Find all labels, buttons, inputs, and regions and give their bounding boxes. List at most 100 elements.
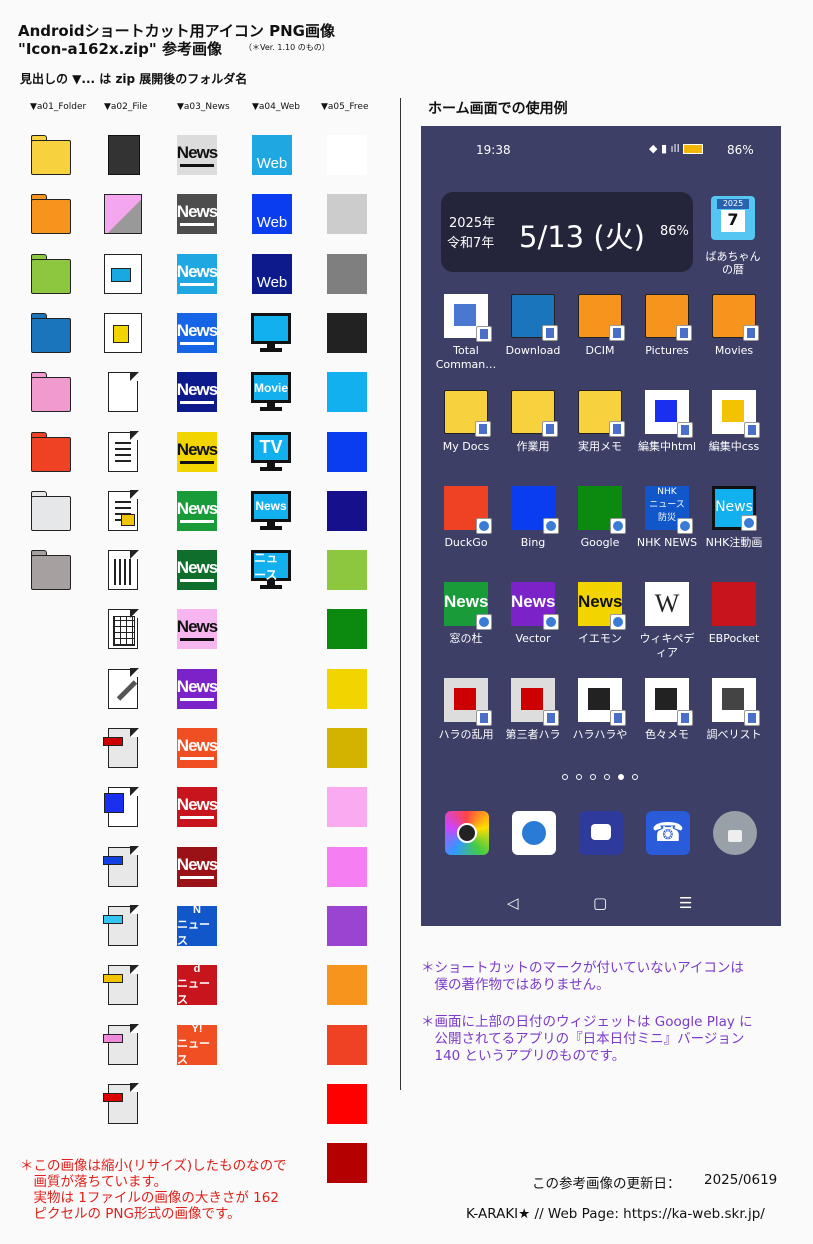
status-time: 19:38 — [476, 143, 511, 157]
app-icon[interactable] — [511, 678, 559, 726]
home-app[interactable]: News イエモン — [566, 582, 634, 646]
shortcut-badge-icon — [610, 710, 626, 726]
folder-icon — [31, 550, 71, 591]
home-app[interactable]: My Docs — [432, 390, 500, 454]
news-icon: News — [177, 194, 218, 235]
note-resized-image: ＊この画像は縮小(リサイズ)したものなので 画質が落ちています。 実物は 1ファ… — [20, 1158, 287, 1222]
shortcut-badge-icon — [476, 614, 492, 630]
file-columns-icon — [108, 549, 139, 591]
dock-lock-icon[interactable] — [713, 811, 757, 855]
app-icon[interactable] — [511, 294, 558, 341]
app-label: Bing — [520, 536, 546, 549]
dock-browser-app-icon[interactable] — [512, 811, 556, 855]
home-app[interactable]: 実用メモ — [566, 390, 634, 454]
home-app[interactable]: Google — [566, 486, 634, 550]
app-icon[interactable] — [511, 390, 558, 437]
app-label: 色々メモ — [645, 728, 689, 741]
folder-icon — [31, 253, 71, 294]
home-example-title: ホーム画面での使用例 — [428, 101, 568, 117]
app-icon[interactable] — [712, 582, 756, 626]
home-app[interactable]: Download — [499, 294, 567, 358]
home-app[interactable]: Bing — [499, 486, 567, 550]
home-app[interactable]: ハラの乱用 — [432, 678, 500, 742]
file-blue-square-icon — [104, 786, 139, 828]
home-app[interactable]: ハラハラや — [566, 678, 634, 742]
home-app[interactable]: Total Comman… — [432, 294, 500, 372]
app-label: Pictures — [645, 344, 689, 357]
color-swatch — [327, 728, 367, 768]
color-swatch — [327, 965, 367, 1006]
nav-menu-button[interactable]: ☰ — [679, 894, 692, 912]
app-icon[interactable] — [578, 678, 626, 726]
app-icon[interactable] — [578, 294, 625, 341]
dock-brightness-app-icon[interactable] — [445, 811, 489, 855]
app-icon[interactable] — [444, 486, 492, 534]
monitor-icon — [251, 312, 291, 353]
dock-phone-app-icon[interactable]: ☎ — [646, 811, 690, 855]
color-swatch — [327, 1083, 367, 1124]
home-app[interactable]: 調べリスト — [700, 678, 768, 742]
home-app[interactable]: Movies — [700, 294, 768, 358]
app-icon[interactable]: News — [712, 486, 757, 531]
monitor-icon: News — [251, 490, 291, 531]
home-app[interactable]: 作業用 — [499, 390, 567, 454]
app-icon[interactable]: News — [578, 582, 626, 630]
dock-messages-app-icon[interactable] — [579, 811, 623, 855]
nav-back-button[interactable]: ◁ — [507, 894, 519, 912]
home-app[interactable]: NHK ニュース 防災 NHK NEWS — [633, 486, 701, 550]
app-icon[interactable]: NHK ニュース 防災 — [645, 486, 693, 534]
home-app[interactable]: 編集中html — [633, 390, 701, 454]
app-icon[interactable] — [712, 294, 759, 341]
home-app[interactable]: 色々メモ — [633, 678, 701, 742]
app-icon[interactable]: W — [645, 582, 689, 626]
app-icon[interactable]: News — [444, 582, 492, 630]
phone-home-screen: 19:38 ◆ ▮ ıll 86% 2025年 令和7年 5/13 (火) 86… — [421, 126, 781, 926]
home-app[interactable]: EBPocket — [700, 582, 768, 646]
shortcut-badge-icon — [609, 421, 625, 437]
color-swatch — [327, 787, 367, 828]
home-app[interactable]: 編集中css — [700, 390, 768, 454]
folder-icon — [31, 431, 71, 472]
nav-home-button[interactable]: ▢ — [593, 894, 607, 912]
app-label: NHK注動画 — [705, 536, 763, 549]
calendar-app-icon[interactable]: 2025 7 — [711, 196, 755, 240]
shortcut-badge-icon — [475, 421, 491, 437]
app-icon[interactable] — [712, 390, 760, 438]
home-app[interactable]: News NHK注動画 — [700, 486, 768, 550]
home-app[interactable]: News Vector — [499, 582, 567, 646]
app-icon[interactable] — [578, 390, 625, 437]
app-icon[interactable] — [712, 678, 760, 726]
app-label: 第三者ハラ — [505, 728, 561, 741]
app-icon[interactable] — [578, 486, 626, 534]
widget-era: 令和7年 — [447, 236, 495, 251]
shortcut-badge-icon — [476, 710, 492, 726]
shortcut-badge-icon — [676, 325, 692, 341]
home-app[interactable]: Pictures — [633, 294, 701, 358]
shortcut-badge-icon — [744, 710, 760, 726]
app-label: NHK NEWS — [636, 536, 698, 549]
home-app[interactable]: DuckGo — [432, 486, 500, 550]
status-icons: ◆ ▮ ıll — [649, 142, 704, 155]
app-icon[interactable] — [444, 390, 491, 437]
app-icon[interactable] — [645, 390, 693, 438]
color-swatch — [327, 253, 367, 294]
status-battery: 86% — [727, 143, 754, 157]
folder-icon — [31, 312, 71, 353]
shortcut-badge-icon — [677, 710, 693, 726]
date-widget[interactable]: 2025年 令和7年 5/13 (火) 86% — [441, 192, 693, 272]
news-icon: News — [177, 846, 218, 887]
app-icon[interactable] — [645, 294, 692, 341]
app-icon[interactable] — [444, 294, 492, 342]
app-icon[interactable]: News — [511, 582, 559, 630]
news-icon: News — [177, 312, 218, 353]
app-icon[interactable] — [645, 678, 693, 726]
home-app[interactable]: News 窓の杜 — [432, 582, 500, 646]
home-app[interactable]: 第三者ハラ — [499, 678, 567, 742]
news-icon: News — [177, 787, 218, 828]
color-swatch — [327, 609, 367, 650]
shortcut-badge-icon — [476, 518, 492, 534]
home-app[interactable]: W ウィキペデ ィア — [633, 582, 701, 660]
app-icon[interactable] — [444, 678, 492, 726]
app-icon[interactable] — [511, 486, 559, 534]
home-app[interactable]: DCIM — [566, 294, 634, 358]
